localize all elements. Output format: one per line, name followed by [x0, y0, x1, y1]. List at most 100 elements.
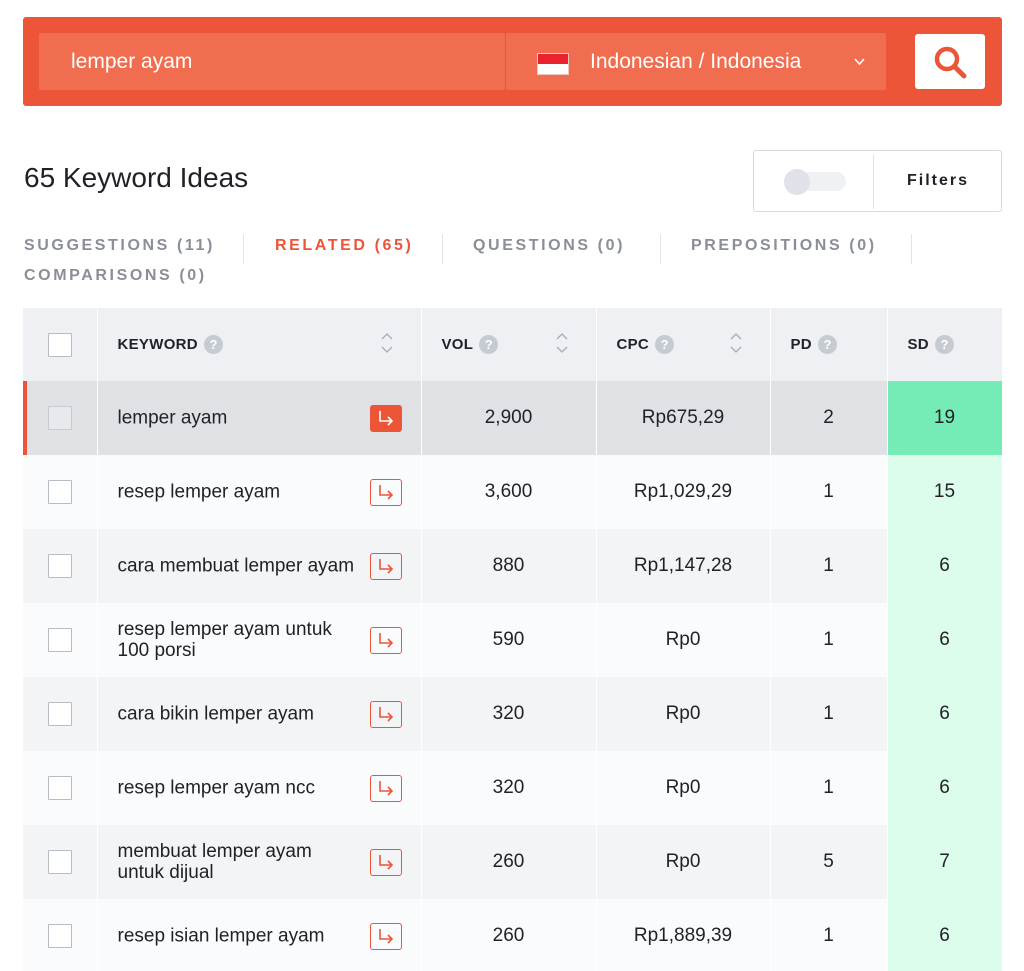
- vol-cell: 260: [421, 825, 597, 899]
- select-all-checkbox[interactable]: [48, 332, 72, 357]
- filters-panel: Filters: [753, 150, 1002, 212]
- table-row[interactable]: resep isian lemper ayam 260 Rp1,889,39 1…: [23, 899, 1003, 971]
- sd-cell: 15: [887, 455, 1003, 529]
- table-row[interactable]: cara bikin lemper ayam 320 Rp0 1 6: [23, 677, 1003, 751]
- tab-comparisons[interactable]: COMPARISONS (0): [24, 267, 207, 285]
- tab-divider: [911, 234, 912, 264]
- go-to-keyword-button[interactable]: [369, 627, 402, 654]
- keyword-cell: resep isian lemper ayam: [97, 899, 422, 971]
- go-to-keyword-button[interactable]: [369, 405, 402, 432]
- row-checkbox[interactable]: [48, 554, 72, 578]
- row-select-cell: [23, 529, 98, 603]
- keyword-text: resep isian lemper ayam: [117, 925, 325, 947]
- sort-icon[interactable]: [555, 330, 569, 356]
- pd-column-header: PD?: [770, 308, 888, 381]
- cpc-cell: Rp1,889,39: [596, 899, 771, 971]
- search-bar: Indonesian / Indonesia: [23, 17, 1002, 106]
- vol-cell: 590: [421, 603, 597, 677]
- results-title: 65 Keyword Ideas: [24, 162, 249, 193]
- sort-icon[interactable]: [380, 330, 394, 356]
- select-all-cell: [23, 308, 98, 381]
- help-icon[interactable]: ?: [655, 335, 675, 354]
- keyword-column-header: KEYWORD?: [97, 308, 422, 381]
- search-button[interactable]: [915, 34, 985, 89]
- keyword-header-label: KEYWORD: [117, 336, 198, 353]
- table-row[interactable]: resep lemper ayam ncc 320 Rp0 1 6: [23, 751, 1003, 825]
- row-select-cell: [23, 603, 98, 677]
- language-location-select[interactable]: Indonesian / Indonesia: [506, 33, 886, 90]
- filters-button[interactable]: Filters: [874, 151, 1002, 211]
- keyword-search-input[interactable]: [39, 33, 505, 90]
- vol-cell: 880: [421, 529, 597, 603]
- row-select-cell: [23, 455, 98, 529]
- vol-cell: 2,900: [421, 381, 597, 455]
- tab-questions[interactable]: QUESTIONS (0): [473, 237, 625, 255]
- row-checkbox[interactable]: [48, 628, 72, 652]
- go-to-keyword-button[interactable]: [369, 775, 402, 802]
- cpc-cell: Rp675,29: [596, 381, 771, 455]
- tab-prepositions[interactable]: PREPOSITIONS (0): [691, 237, 877, 255]
- row-checkbox[interactable]: [48, 776, 72, 800]
- pd-cell: 1: [770, 677, 888, 751]
- cpc-cell: Rp0: [596, 751, 771, 825]
- table-row[interactable]: resep lemper ayam 3,600 Rp1,029,29 1 15: [23, 455, 1003, 529]
- row-checkbox[interactable]: [48, 702, 72, 726]
- go-to-keyword-icon: [378, 411, 393, 426]
- keyword-text: resep lemper ayam: [117, 481, 281, 503]
- go-to-keyword-icon: [378, 633, 393, 648]
- go-to-keyword-button[interactable]: [369, 923, 402, 950]
- sd-cell: 6: [887, 603, 1003, 677]
- chevron-down-icon: [854, 58, 865, 66]
- row-checkbox[interactable]: [48, 406, 72, 430]
- vol-cell: 320: [421, 677, 597, 751]
- table-row[interactable]: cara membuat lemper ayam 880 Rp1,147,28 …: [23, 529, 1003, 603]
- sort-icon[interactable]: [729, 330, 743, 356]
- row-checkbox[interactable]: [48, 480, 72, 504]
- keyword-cell: resep lemper ayam ncc: [97, 751, 422, 825]
- row-select-cell: [23, 825, 98, 899]
- sd-cell: 6: [887, 529, 1003, 603]
- sd-cell: 6: [887, 677, 1003, 751]
- keyword-table: KEYWORD? VOL? CPC? PD ? SD ? lemper ayam…: [23, 308, 1003, 971]
- cpc-cell: Rp1,029,29: [596, 455, 771, 529]
- pd-cell: 1: [770, 603, 888, 677]
- help-icon[interactable]: ?: [934, 335, 954, 354]
- help-icon[interactable]: ?: [479, 335, 499, 354]
- keyword-text: cara bikin lemper ayam: [117, 703, 314, 725]
- go-to-keyword-button[interactable]: [369, 849, 402, 876]
- toggle-knob: [784, 169, 810, 195]
- cpc-cell: Rp0: [596, 677, 771, 751]
- cpc-cell: Rp0: [596, 825, 771, 899]
- row-select-cell: [23, 381, 98, 455]
- go-to-keyword-button[interactable]: [369, 701, 402, 728]
- row-select-cell: [23, 677, 98, 751]
- pd-cell: 1: [770, 455, 888, 529]
- go-to-keyword-icon: [378, 929, 393, 944]
- language-location-label: Indonesian / Indonesia: [590, 50, 802, 73]
- keyword-cell: resep lemper ayam: [97, 455, 422, 529]
- table-row[interactable]: membuat lemper ayam untuk dijual 260 Rp0…: [23, 825, 1003, 899]
- tab-suggestions[interactable]: SUGGESTIONS (11): [24, 237, 215, 255]
- search-icon: [934, 46, 967, 79]
- table-row[interactable]: resep lemper ayam untuk 100 porsi 590 Rp…: [23, 603, 1003, 677]
- go-to-keyword-button[interactable]: [369, 479, 402, 506]
- go-to-keyword-icon: [378, 781, 393, 796]
- keyword-text: membuat lemper ayam untuk dijual: [117, 841, 312, 883]
- table-row[interactable]: lemper ayam 2,900 Rp675,29 2 19: [23, 381, 1003, 455]
- cpc-column-header: CPC?: [596, 308, 771, 381]
- pd-cell: 5: [770, 825, 888, 899]
- help-icon[interactable]: ?: [203, 335, 223, 354]
- tab-divider: [442, 234, 443, 264]
- tab-related[interactable]: RELATED (65): [275, 237, 413, 255]
- keyword-cell: cara bikin lemper ayam: [97, 677, 422, 751]
- row-select-cell: [23, 751, 98, 825]
- go-to-keyword-icon: [378, 707, 393, 722]
- keyword-cell: cara membuat lemper ayam: [97, 529, 422, 603]
- row-checkbox[interactable]: [48, 924, 72, 948]
- row-checkbox[interactable]: [48, 850, 72, 874]
- help-icon[interactable]: ?: [817, 335, 837, 354]
- pd-header-label: PD: [790, 336, 812, 353]
- go-to-keyword-button[interactable]: [369, 553, 402, 580]
- filters-toggle[interactable]: [784, 169, 846, 195]
- cpc-header-label: CPC: [616, 336, 650, 353]
